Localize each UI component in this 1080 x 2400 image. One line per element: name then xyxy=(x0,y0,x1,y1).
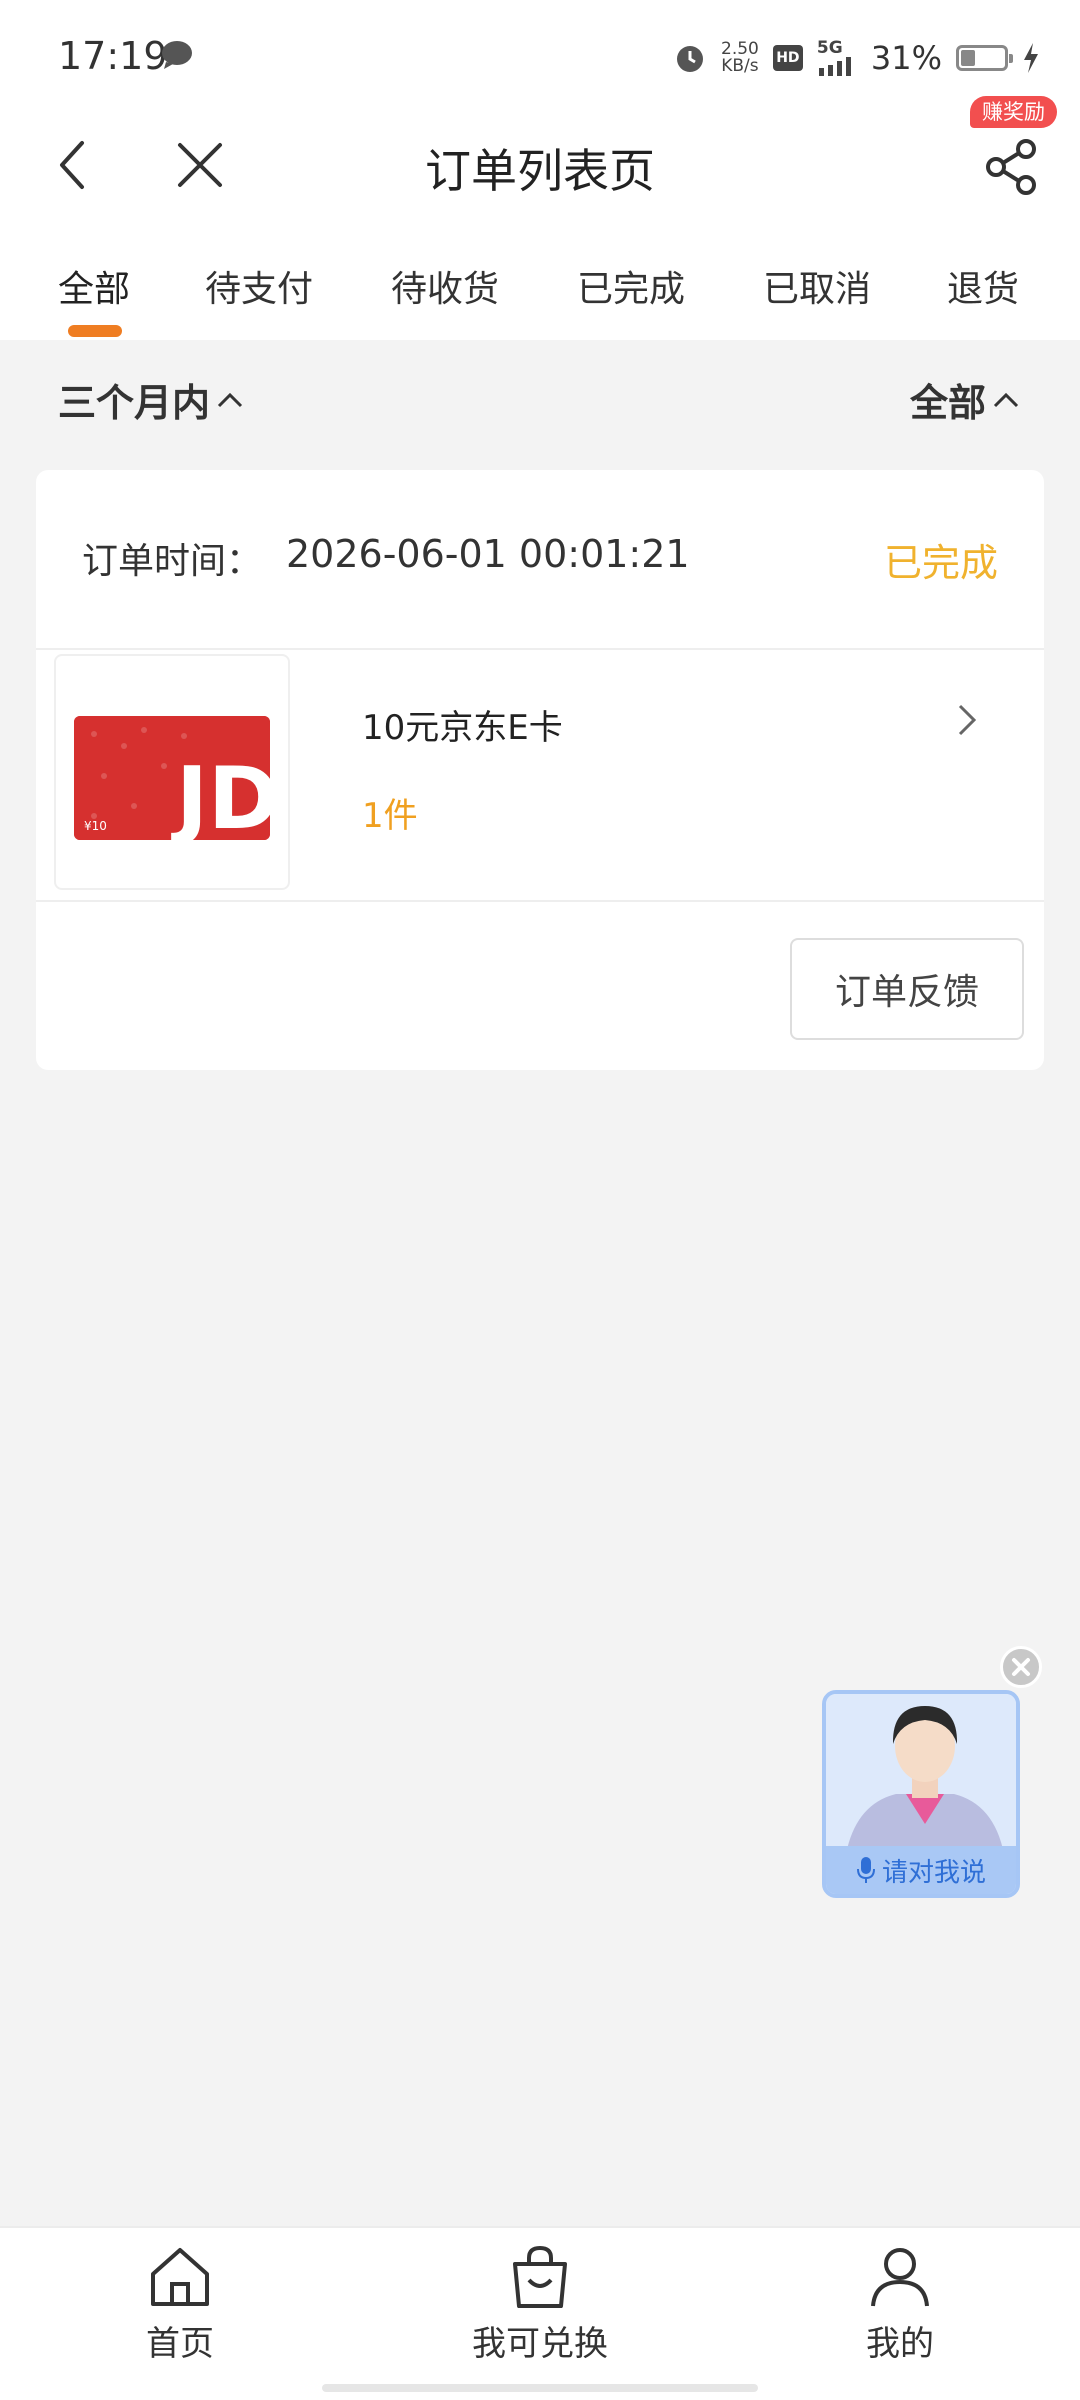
time-range-label: 三个月内 xyxy=(58,381,211,425)
alarm-icon xyxy=(677,46,704,72)
bottom-nav: 首页 我可兑换 我的 xyxy=(0,2226,1080,2400)
order-type-label: 全部 xyxy=(909,381,986,425)
bottom-nav-redeemable-label: 我可兑换 xyxy=(472,2324,608,2364)
network-speed: 2.50 KB/s xyxy=(721,39,759,76)
tab-pending-delivery[interactable]: 待收货 xyxy=(391,260,499,312)
chevron-up-icon xyxy=(993,392,1019,407)
status-icons: 2.50 KB/s HD 5G 31% xyxy=(673,34,1040,82)
user-icon xyxy=(871,2248,929,2307)
status-time: 17:19 xyxy=(58,34,168,78)
bottom-nav-home[interactable]: 首页 xyxy=(70,2242,290,2365)
product-thumbnail: JD ¥10 xyxy=(54,654,290,890)
bottom-nav-me-label: 我的 xyxy=(866,2324,934,2364)
order-card[interactable]: 订单时间： 2026-06-01 00:01:21 已完成 JD ¥10 10元… xyxy=(36,470,1044,1070)
close-icon xyxy=(1012,1658,1030,1676)
status-bar: 17:19 2.50 KB/s HD 5G 31% xyxy=(0,0,1080,115)
time-range-filter[interactable]: 三个月内 xyxy=(58,372,244,427)
order-status: 已完成 xyxy=(883,541,998,585)
jd-card-art: JD ¥10 xyxy=(74,716,270,840)
assistant-avatar xyxy=(826,1694,1016,1854)
microphone-icon xyxy=(856,1857,875,1883)
jd-card-image: JD ¥10 xyxy=(74,716,270,840)
svg-text:JD: JD xyxy=(171,749,270,840)
tab-cancelled[interactable]: 已取消 xyxy=(763,260,871,312)
home-indicator xyxy=(322,2384,758,2392)
virtual-assistant-widget[interactable]: 请对我说 xyxy=(822,1690,1020,1898)
item-name: 10元京东E卡 xyxy=(362,708,563,748)
svg-text:¥10: ¥10 xyxy=(84,819,107,833)
hd-badge: HD xyxy=(772,45,803,71)
order-time-value: 2026-06-01 00:01:21 xyxy=(286,532,690,576)
charging-icon xyxy=(1024,43,1038,73)
tab-returns[interactable]: 退货 xyxy=(947,260,1019,312)
shopping-bag-icon xyxy=(513,2245,567,2308)
home-icon xyxy=(151,2248,209,2306)
assistant-close-button[interactable] xyxy=(1000,1646,1042,1688)
order-item[interactable]: JD ¥10 10元京东E卡 1件 xyxy=(36,650,1044,902)
tab-pending-payment[interactable]: 待支付 xyxy=(205,260,313,312)
battery-icon xyxy=(956,45,1013,71)
chevron-up-icon xyxy=(217,392,243,407)
chat-notification-icon xyxy=(162,41,192,69)
active-tab-indicator xyxy=(68,325,122,337)
bottom-nav-me[interactable]: 我的 xyxy=(790,2242,1010,2365)
chevron-right-icon[interactable] xyxy=(954,700,980,740)
tab-completed[interactable]: 已完成 xyxy=(577,260,685,312)
battery-percent: 31% xyxy=(870,39,942,77)
nav-bar: 订单列表页 xyxy=(0,115,1080,215)
tab-all[interactable]: 全部 xyxy=(58,260,130,312)
share-icon[interactable] xyxy=(980,135,1044,199)
item-quantity: 1件 xyxy=(362,796,418,836)
assistant-voice-prompt[interactable]: 请对我说 xyxy=(826,1846,1016,1894)
bottom-nav-home-label: 首页 xyxy=(146,2324,214,2364)
order-header: 订单时间： 2026-06-01 00:01:21 已完成 xyxy=(36,470,1044,650)
filter-bar: 三个月内 全部 xyxy=(0,340,1080,455)
signal-icon: 5G xyxy=(817,40,857,76)
bottom-nav-redeemable[interactable]: 我可兑换 xyxy=(430,2242,650,2365)
order-type-filter[interactable]: 全部 xyxy=(910,372,1020,427)
order-time-label: 订单时间： xyxy=(82,541,263,582)
order-feedback-button[interactable]: 订单反馈 xyxy=(790,938,1024,1040)
reward-badge[interactable]: 赚奖励 xyxy=(970,96,1057,128)
order-tabs: 全部 待支付 待收货 已完成 已取消 退货 xyxy=(0,215,1080,340)
page-title: 订单列表页 xyxy=(425,144,655,198)
